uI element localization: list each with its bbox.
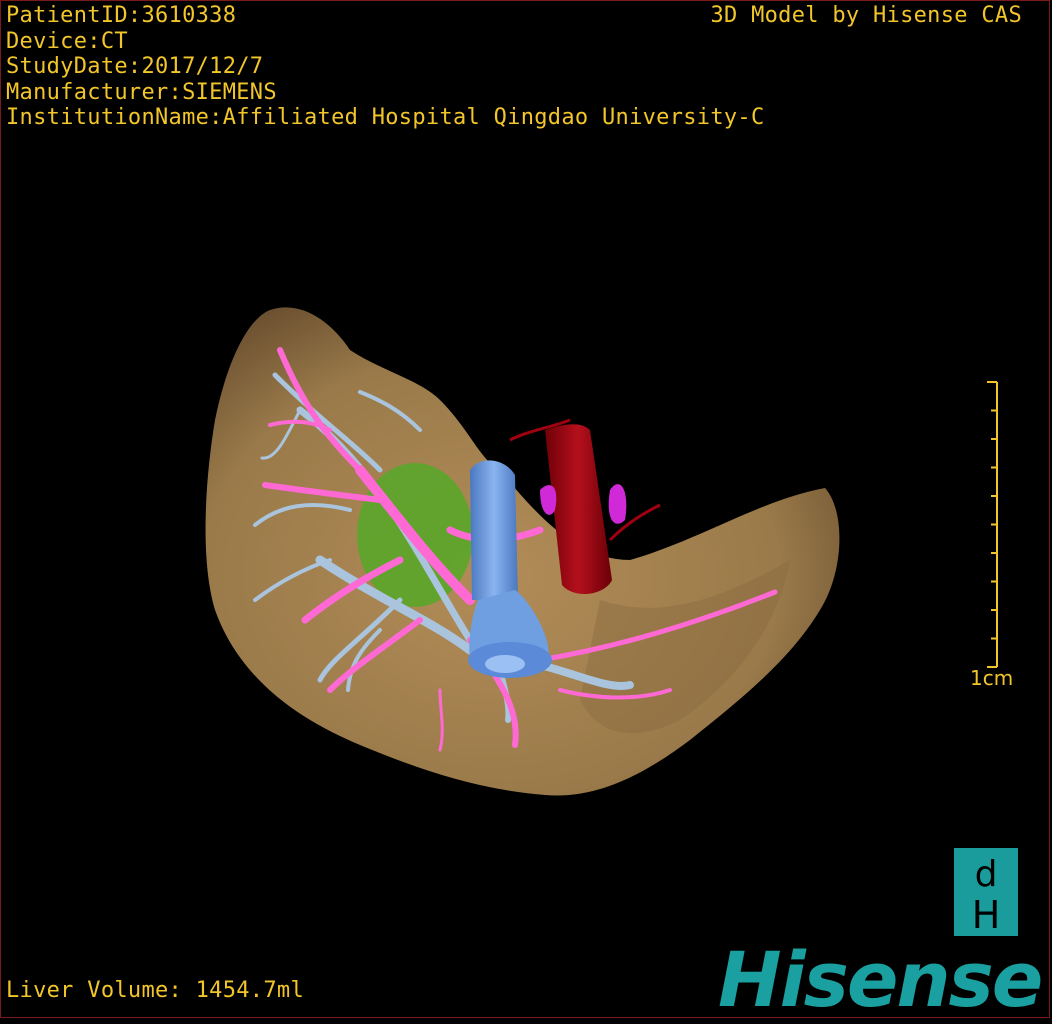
hisense-logo: Hisense <box>718 935 1043 1024</box>
viewport-frame <box>0 0 1050 1018</box>
model-credit: 3D Model by Hisense CAS <box>710 3 1022 28</box>
institution-name: InstitutionName:Affiliated Hospital Qing… <box>6 105 765 130</box>
liver-volume: Liver Volume: 1454.7ml <box>6 978 304 1003</box>
scale-bar <box>987 381 998 668</box>
dicom-metadata: PatientID:3610338 Device:CT StudyDate:2017… <box>6 3 765 131</box>
scale-bar-label: 1cm <box>970 666 1014 690</box>
study-date: StudyDate:2017/12/7 <box>6 54 264 79</box>
svg-text:H: H <box>972 893 1001 936</box>
svg-text:d: d <box>975 854 998 895</box>
hisense-dh-icon: d H <box>954 848 1018 937</box>
device: Device:CT <box>6 28 128 54</box>
patient-id: PatientID:3610338 <box>6 3 237 28</box>
manufacturer: Manufacturer:SIEMENS <box>6 79 277 105</box>
